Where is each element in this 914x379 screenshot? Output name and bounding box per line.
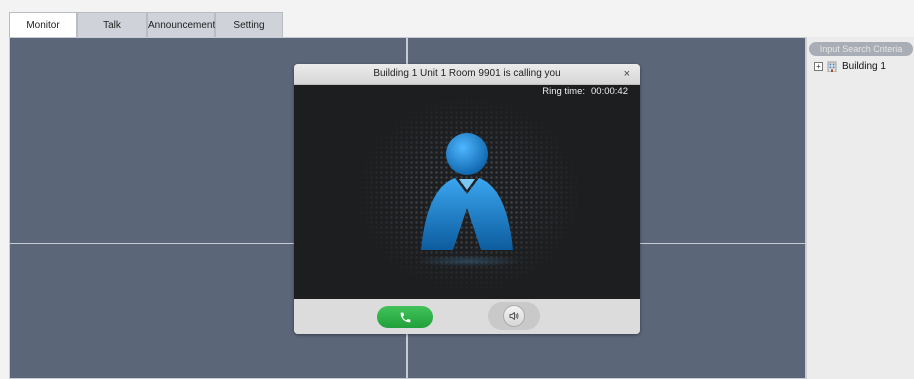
ring-time-value: 00:00:42: [591, 86, 628, 97]
search-input[interactable]: [809, 42, 913, 56]
expand-icon[interactable]: +: [814, 62, 823, 71]
dialog-title: Building 1 Unit 1 Room 9901 is calling y…: [373, 68, 561, 79]
speaker-icon: [509, 312, 519, 320]
phone-icon: [400, 312, 410, 322]
call-controls: [294, 299, 640, 334]
caller-video: Ring time: 00:00:42: [294, 85, 640, 299]
tree-item-label: Building 1: [842, 61, 886, 72]
tab-announcement[interactable]: Announcement: [147, 12, 215, 37]
avatar-glow: [414, 255, 524, 267]
speaker-knob: [503, 305, 525, 327]
close-icon[interactable]: ×: [624, 64, 630, 84]
caller-avatar-icon: [421, 133, 513, 250]
tab-monitor[interactable]: Monitor: [9, 12, 77, 38]
answer-button[interactable]: [377, 306, 433, 328]
speaker-button[interactable]: [488, 302, 540, 330]
ring-time: Ring time: 00:00:42: [536, 86, 628, 97]
dialog-titlebar[interactable]: Building 1 Unit 1 Room 9901 is calling y…: [294, 64, 640, 85]
building-icon: [827, 61, 837, 72]
ring-time-label: Ring time:: [542, 86, 586, 97]
incoming-call-dialog: Building 1 Unit 1 Room 9901 is calling y…: [294, 64, 640, 334]
tab-setting[interactable]: Setting: [215, 12, 283, 37]
device-sidebar: + Building 1: [806, 37, 914, 379]
tab-talk[interactable]: Talk: [77, 12, 147, 37]
tab-bar: Monitor Talk Announcement Setting: [9, 12, 283, 38]
tree-item-building-1[interactable]: + Building 1: [814, 61, 886, 72]
